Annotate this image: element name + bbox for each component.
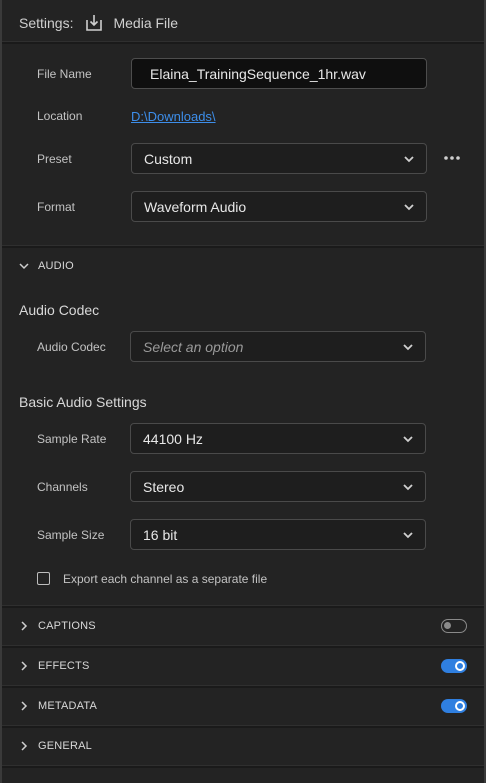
audio-codec-select[interactable]: Select an option — [130, 331, 426, 362]
divider — [2, 725, 484, 728]
format-label: Format — [37, 200, 76, 214]
metadata-section-header[interactable]: METADATA — [19, 700, 97, 712]
chevron-down-icon — [403, 344, 413, 351]
toggle-knob — [455, 661, 465, 671]
export-settings-panel: Settings: Media File File Name Elaina_Tr… — [0, 0, 486, 783]
chevron-right-icon — [21, 741, 28, 751]
file-name-input[interactable]: Elaina_TrainingSequence_1hr.wav — [131, 58, 427, 89]
divider — [2, 605, 484, 608]
sample-size-value: 16 bit — [143, 526, 178, 543]
divider — [2, 645, 484, 648]
format-select[interactable]: Waveform Audio — [131, 191, 427, 222]
general-section-label: GENERAL — [38, 740, 92, 752]
audio-codec-heading: Audio Codec — [19, 302, 100, 318]
channels-select[interactable]: Stereo — [130, 471, 426, 502]
settings-label: Settings: — [19, 15, 74, 31]
basic-audio-settings-heading: Basic Audio Settings — [19, 394, 147, 410]
metadata-toggle[interactable] — [441, 699, 467, 713]
audio-codec-label: Audio Codec — [37, 340, 106, 354]
location-label: Location — [37, 109, 83, 123]
sample-rate-label: Sample Rate — [37, 432, 107, 446]
audio-section-header[interactable]: AUDIO — [19, 260, 74, 272]
export-each-channel-label: Export each channel as a separate file — [63, 572, 268, 586]
preset-value: Custom — [144, 150, 193, 167]
effects-section-header[interactable]: EFFECTS — [19, 660, 90, 672]
divider — [2, 685, 484, 688]
sample-rate-select[interactable]: 44100 Hz — [130, 423, 426, 454]
preset-select[interactable]: Custom — [131, 143, 427, 174]
chevron-down-icon — [19, 263, 29, 270]
sample-rate-value: 44100 Hz — [143, 430, 203, 447]
panel-left-edge — [0, 0, 2, 783]
audio-codec-placeholder: Select an option — [143, 338, 244, 355]
captions-toggle[interactable] — [441, 619, 467, 633]
chevron-right-icon — [21, 661, 28, 671]
effects-toggle[interactable] — [441, 659, 467, 673]
file-name-value: Elaina_TrainingSequence_1hr.wav — [150, 65, 366, 82]
toggle-knob — [455, 701, 465, 711]
chevron-down-icon — [404, 156, 414, 163]
location-link[interactable]: D:\Downloads\ — [131, 109, 216, 124]
metadata-section-label: METADATA — [38, 700, 98, 712]
captions-section-label: CAPTIONS — [38, 620, 96, 632]
media-file-title: Media File — [113, 15, 179, 31]
chevron-right-icon — [21, 621, 28, 631]
chevron-right-icon — [21, 701, 28, 711]
format-value: Waveform Audio — [144, 198, 247, 215]
chevron-down-icon — [403, 484, 413, 491]
audio-section-label: AUDIO — [38, 260, 74, 272]
file-name-label: File Name — [37, 67, 92, 81]
sample-size-select[interactable]: 16 bit — [130, 519, 426, 550]
divider — [2, 41, 484, 44]
more-options-icon[interactable] — [443, 153, 461, 163]
chevron-down-icon — [403, 436, 413, 443]
channels-label: Channels — [37, 480, 88, 494]
settings-header: Settings: Media File — [19, 12, 178, 34]
preset-label: Preset — [37, 152, 72, 166]
download-icon — [85, 14, 103, 32]
export-each-channel-checkbox[interactable] — [37, 572, 50, 585]
channels-value: Stereo — [143, 478, 185, 495]
chevron-down-icon — [403, 532, 413, 539]
sample-size-label: Sample Size — [37, 528, 105, 542]
divider — [2, 245, 484, 248]
chevron-down-icon — [404, 204, 414, 211]
divider — [2, 765, 484, 768]
toggle-knob — [444, 622, 451, 629]
captions-section-header[interactable]: CAPTIONS — [19, 620, 96, 632]
general-section-header[interactable]: GENERAL — [19, 740, 92, 752]
effects-section-label: EFFECTS — [38, 660, 90, 672]
